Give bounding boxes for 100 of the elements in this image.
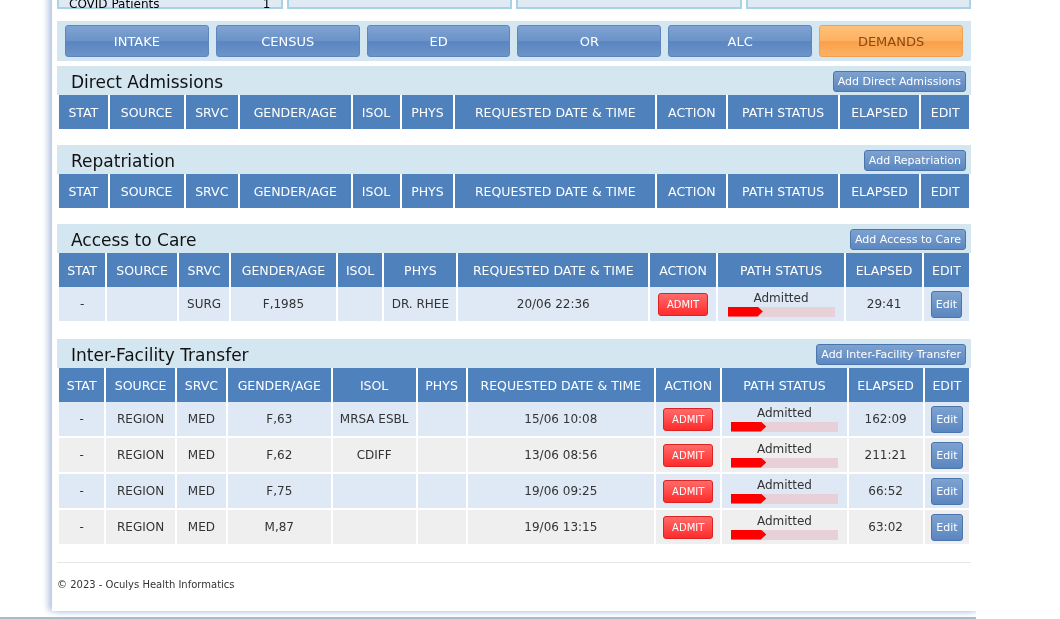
column-header: ACTION (656, 174, 728, 208)
column-header: ACTION (655, 368, 722, 402)
column-header: ELAPSED (838, 174, 921, 208)
column-header: REQUESTED DATE & TIME (454, 95, 657, 129)
table-cell: MRSA ESBL (331, 402, 417, 437)
column-header: ELAPSED (847, 368, 924, 402)
table-cell: MED (175, 509, 227, 545)
column-header: ISOL (336, 253, 384, 287)
table-cell: 162:09 (847, 402, 924, 437)
table-cell: - (58, 402, 106, 437)
table-cell (336, 287, 384, 322)
column-header: REQUESTED DATE & TIME (454, 174, 657, 208)
column-header: GENDER/AGE (226, 368, 332, 402)
column-header: SRVC (184, 174, 240, 208)
add-button[interactable]: Add Inter-Facility Transfer (816, 344, 966, 365)
column-header: ELAPSED (838, 95, 921, 129)
table-cell: F,63 (226, 402, 332, 437)
column-header: SOURCE (106, 253, 179, 287)
column-header: PATH STATUS (716, 253, 846, 287)
table-cell: 63:02 (847, 509, 924, 545)
column-header: GENDER/AGE (230, 253, 337, 287)
admit-button[interactable]: ADMIT (663, 515, 714, 539)
column-header: STAT (58, 253, 107, 287)
table-cell: CDIFF (331, 437, 417, 473)
table-cell: REGION (105, 437, 176, 473)
column-header: PHYS (400, 174, 455, 208)
column-header: GENDER/AGE (239, 95, 352, 129)
admit-button[interactable]: ADMIT (663, 479, 714, 503)
tab[interactable]: INTAKE (65, 25, 209, 57)
table-cell: MED (175, 402, 227, 437)
add-button[interactable]: Add Direct Admissions (832, 71, 966, 92)
column-header: STAT (58, 174, 109, 208)
add-button[interactable]: Add Repatriation (863, 150, 966, 171)
admit-button[interactable]: ADMIT (657, 292, 709, 316)
path-status-text: Admitted (756, 406, 812, 420)
table-cell: REGION (105, 473, 176, 509)
column-header: EDIT (922, 253, 970, 287)
table-cell: 19/06 13:15 (466, 509, 656, 545)
edit-button[interactable]: Edit (931, 477, 963, 505)
table-cell: M,87 (226, 509, 332, 545)
column-header: ELAPSED (845, 253, 923, 287)
column-header: PATH STATUS (727, 174, 839, 208)
column-header: SOURCE (105, 368, 176, 402)
column-header: STAT (58, 368, 106, 402)
table-cell: 13/06 08:56 (466, 437, 656, 473)
edit-button[interactable]: Edit (930, 290, 963, 318)
column-header: PHYS (383, 253, 458, 287)
column-header: ACTION (649, 253, 717, 287)
column-header: PATH STATUS (727, 95, 839, 129)
table-cell: - (58, 473, 106, 509)
tab[interactable]: CENSUS (215, 25, 360, 57)
column-header: PHYS (400, 95, 455, 129)
column-header: ACTION (656, 95, 728, 129)
table-cell: 19/06 09:25 (466, 473, 656, 509)
section-title: Access to Care (71, 229, 197, 250)
card-value: 1 (262, 0, 271, 7)
path-status-text: Admitted (756, 442, 812, 456)
column-header: SOURCE (108, 95, 185, 129)
table-cell: MED (175, 473, 227, 509)
table-cell: F,1985 (230, 287, 337, 322)
edit-button[interactable]: Edit (931, 441, 963, 469)
column-header: EDIT (920, 95, 970, 129)
column-header: ISOL (331, 368, 417, 402)
column-header: PHYS (416, 368, 467, 402)
table-cell: 20/06 22:36 (457, 287, 650, 322)
table-cell: REGION (105, 509, 176, 545)
column-header: REQUESTED DATE & TIME (457, 253, 650, 287)
table-cell: 211:21 (847, 437, 924, 473)
table-cell: F,62 (226, 437, 332, 473)
column-header: SRVC (184, 95, 240, 129)
section-title: Direct Admissions (71, 71, 224, 92)
tab[interactable]: ALC (668, 25, 813, 57)
table-cell (416, 509, 467, 545)
table-cell: 66:52 (847, 473, 924, 509)
column-header: EDIT (920, 174, 970, 208)
add-button[interactable]: Add Access to Care (850, 229, 966, 250)
section-title: Inter-Facility Transfer (71, 344, 249, 365)
column-header: PATH STATUS (721, 368, 848, 402)
table-cell: 29:41 (845, 287, 923, 322)
tab[interactable]: DEMANDS (819, 25, 963, 57)
column-header: SOURCE (108, 174, 185, 208)
edit-button[interactable]: Edit (931, 405, 963, 433)
column-header: ISOL (351, 174, 401, 208)
section-title: Repatriation (71, 150, 176, 171)
table-cell (416, 402, 467, 437)
admit-button[interactable]: ADMIT (663, 407, 714, 431)
table-cell: SURG (178, 287, 230, 322)
column-header: GENDER/AGE (239, 174, 352, 208)
edit-button[interactable]: Edit (931, 513, 963, 541)
column-header: EDIT (923, 368, 970, 402)
path-status-text: Admitted (753, 291, 809, 305)
table-cell: DR. RHEE (383, 287, 458, 322)
admit-button[interactable]: ADMIT (663, 443, 714, 467)
column-header: SRVC (175, 368, 227, 402)
copyright-text: © 2023 - Oculys Health Informatics (57, 579, 235, 590)
column-header: STAT (58, 95, 109, 129)
table-cell: REGION (105, 402, 176, 437)
column-header: ISOL (351, 95, 401, 129)
tab[interactable]: OR (517, 25, 662, 57)
tab[interactable]: ED (366, 25, 511, 57)
